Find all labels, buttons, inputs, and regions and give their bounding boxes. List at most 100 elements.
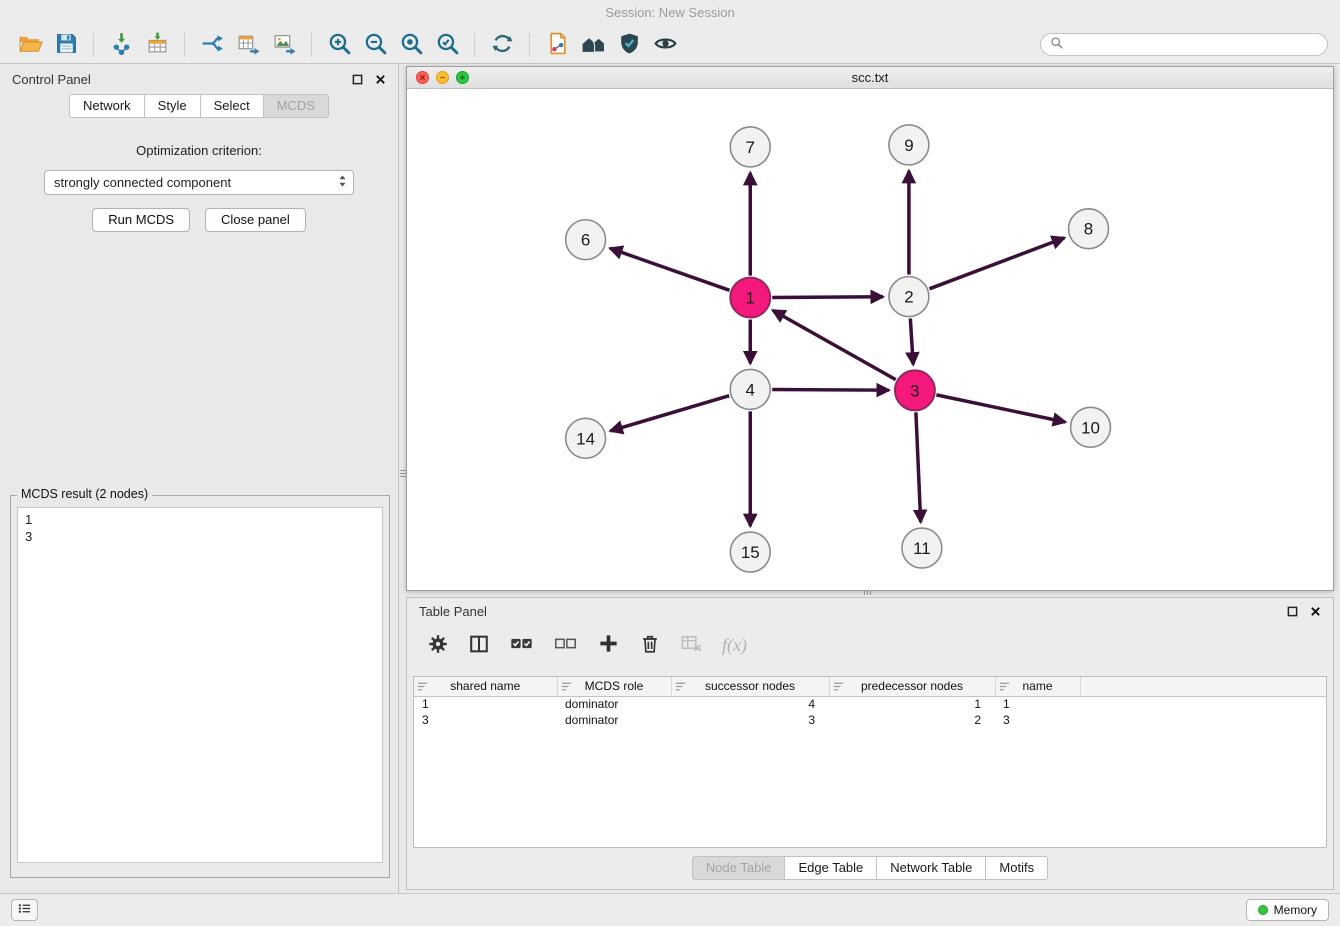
table-cell[interactable]: 3: [995, 712, 1080, 728]
close-panel-button[interactable]: Close panel: [205, 208, 306, 232]
show-columns-button[interactable]: [468, 633, 490, 658]
save-session-button[interactable]: [48, 30, 84, 60]
column-header-name[interactable]: name: [995, 677, 1080, 696]
add-row-button[interactable]: [597, 632, 620, 658]
export-image-button[interactable]: [266, 30, 302, 60]
task-history-button[interactable]: [11, 899, 38, 921]
save-floppy-icon: [54, 31, 79, 59]
zoom-selected-button[interactable]: [429, 30, 465, 60]
delete-table-button[interactable]: [680, 632, 703, 658]
graph-node-9[interactable]: 9: [889, 125, 929, 165]
graph-node-11[interactable]: 11: [902, 528, 942, 568]
svg-text:9: 9: [904, 136, 913, 155]
search-field[interactable]: [1040, 33, 1328, 56]
network-from-url-button[interactable]: [194, 30, 230, 60]
graph-edge-1-6[interactable]: [610, 248, 729, 290]
export-image-icon: [272, 31, 297, 59]
table-cell[interactable]: 3: [414, 712, 557, 728]
graph-node-15[interactable]: 15: [730, 532, 770, 572]
table-cell[interactable]: 4: [671, 696, 829, 712]
table-cell[interactable]: 2: [829, 712, 995, 728]
show-hide-button[interactable]: [647, 30, 683, 60]
column-header-mcds-role[interactable]: MCDS role: [557, 677, 671, 696]
table-cell[interactable]: dominator: [557, 696, 671, 712]
search-input[interactable]: [1069, 37, 1318, 52]
float-panel-icon[interactable]: [1287, 606, 1298, 617]
graph-edge-4-3[interactable]: [772, 389, 889, 390]
tab-style[interactable]: Style: [144, 94, 200, 118]
minimize-window-icon[interactable]: [436, 71, 449, 84]
graph-node-3[interactable]: 3: [895, 370, 935, 410]
svg-text:15: 15: [741, 543, 760, 562]
list-icon: [17, 902, 32, 918]
memory-button[interactable]: Memory: [1246, 899, 1329, 921]
graph-node-6[interactable]: 6: [566, 220, 606, 260]
open-session-button[interactable]: [12, 30, 48, 60]
tab-select[interactable]: Select: [200, 94, 263, 118]
graph-edge-4-14[interactable]: [610, 396, 729, 431]
network-view-window: scc.txt 7 9 6 8 1 2 4 3 14 10 15 11: [406, 66, 1334, 591]
delete-row-button[interactable]: [639, 633, 661, 658]
tab-mcds[interactable]: MCDS: [263, 94, 329, 118]
column-header-successor-nodes[interactable]: successor nodes: [671, 677, 829, 696]
network-canvas[interactable]: 7 9 6 8 1 2 4 3 14 10 15 11: [407, 89, 1333, 590]
graph-edge-3-10[interactable]: [936, 395, 1065, 422]
node-table-container[interactable]: shared name MCDS role successor nodes pr…: [413, 676, 1327, 848]
column-sort-icon: [561, 681, 572, 695]
zoom-out-button[interactable]: [357, 30, 393, 60]
table-row[interactable]: 1dominator411: [414, 696, 1326, 712]
criterion-dropdown[interactable]: strongly connected component: [44, 170, 354, 195]
table-cell-filler: [1080, 696, 1326, 712]
table-cell[interactable]: 1: [995, 696, 1080, 712]
table-panel: Table Panel f(x) shared name MCDS role s…: [406, 597, 1334, 890]
import-network-button[interactable]: [103, 30, 139, 60]
graph-node-4[interactable]: 4: [730, 369, 770, 409]
refresh-button[interactable]: [484, 30, 520, 60]
toolbar-separator: [311, 33, 312, 57]
graph-edge-3-11[interactable]: [916, 412, 921, 522]
export-table-button[interactable]: [230, 30, 266, 60]
graph-edge-2-8[interactable]: [929, 238, 1064, 289]
close-window-icon[interactable]: [416, 71, 429, 84]
network-window-titlebar[interactable]: scc.txt: [407, 67, 1333, 89]
table-cell[interactable]: dominator: [557, 712, 671, 728]
float-panel-icon[interactable]: [352, 74, 363, 85]
table-row[interactable]: 3dominator323: [414, 712, 1326, 728]
maximize-window-icon[interactable]: [456, 71, 469, 84]
tab-edge-table[interactable]: Edge Table: [784, 856, 876, 880]
graph-node-2[interactable]: 2: [889, 277, 929, 317]
graph-node-7[interactable]: 7: [730, 127, 770, 167]
deselect-all-button[interactable]: [553, 634, 578, 656]
run-mcds-button[interactable]: Run MCDS: [92, 208, 190, 232]
close-panel-icon[interactable]: [1310, 606, 1321, 617]
graph-edge-3-1[interactable]: [773, 310, 896, 379]
home-button[interactable]: [575, 30, 611, 60]
column-header-shared-name[interactable]: shared name: [414, 677, 557, 696]
table-cell[interactable]: 1: [414, 696, 557, 712]
style-apply-button[interactable]: [611, 30, 647, 60]
zoom-fit-button[interactable]: [393, 30, 429, 60]
table-settings-button[interactable]: [427, 633, 449, 658]
tab-motifs[interactable]: Motifs: [985, 856, 1048, 880]
tab-network[interactable]: Network: [69, 94, 144, 118]
graph-node-8[interactable]: 8: [1069, 209, 1109, 249]
close-panel-icon[interactable]: [375, 74, 386, 85]
table-cell[interactable]: 3: [671, 712, 829, 728]
graph-edge-2-3[interactable]: [910, 319, 913, 365]
select-all-button[interactable]: [509, 634, 534, 656]
graph-edge-1-2[interactable]: [772, 297, 883, 298]
column-header-predecessor-nodes[interactable]: predecessor nodes: [829, 677, 995, 696]
open-folder-icon: [18, 31, 43, 59]
tab-network-table[interactable]: Network Table: [876, 856, 985, 880]
column-sort-icon: [417, 681, 428, 695]
zoom-in-button[interactable]: [321, 30, 357, 60]
duplicate-network-button[interactable]: [539, 30, 575, 60]
graph-node-1[interactable]: 1: [730, 278, 770, 318]
import-table-button[interactable]: [139, 30, 175, 60]
toolbar-separator: [184, 33, 185, 57]
tab-node-table[interactable]: Node Table: [692, 856, 785, 880]
graph-node-14[interactable]: 14: [566, 418, 606, 458]
function-builder-button[interactable]: f(x): [722, 635, 747, 656]
graph-node-10[interactable]: 10: [1071, 407, 1111, 447]
table-cell[interactable]: 1: [829, 696, 995, 712]
